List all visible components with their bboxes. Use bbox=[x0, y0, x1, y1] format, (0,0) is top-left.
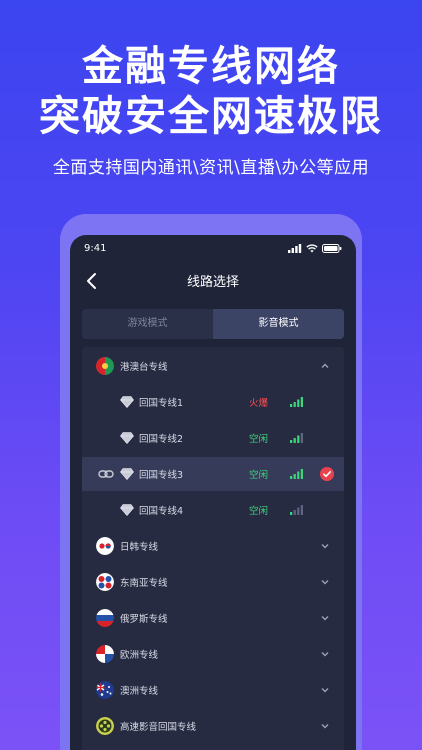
line-row-4[interactable]: 回国专线4 空闲 bbox=[82, 493, 344, 527]
region-label: 俄罗斯专线 bbox=[120, 614, 168, 625]
region-row-russia[interactable]: 俄罗斯专线 bbox=[82, 601, 344, 635]
line-label: 回国专线2 bbox=[139, 434, 184, 445]
chevron-down-icon[interactable] bbox=[320, 649, 330, 659]
chevron-down-icon[interactable] bbox=[320, 721, 330, 731]
tab-media-mode[interactable]: 影音模式 bbox=[213, 309, 344, 339]
australia-flag-icon bbox=[96, 681, 114, 699]
line-row-2[interactable]: 回国专线2 空闲 bbox=[82, 421, 344, 455]
tab-game-mode[interactable]: 游戏模式 bbox=[82, 309, 213, 339]
region-row-high-speed-media[interactable]: 高速影音回国专线 bbox=[82, 709, 344, 743]
line-status-busy: 火爆 bbox=[249, 398, 269, 409]
battery-icon bbox=[322, 243, 342, 253]
chevron-up-icon[interactable] bbox=[320, 361, 330, 371]
chevron-down-icon[interactable] bbox=[320, 685, 330, 695]
nav-bar: 线路选择 bbox=[70, 265, 356, 297]
phone-screen: 9:41 线路选择 游戏模式 影音模式 港澳台专线 回国专线1 火爆 回国专线2… bbox=[70, 235, 356, 750]
signal-strength-icon bbox=[290, 469, 303, 479]
russia-flag-icon bbox=[96, 609, 114, 627]
signal-strength-icon bbox=[290, 505, 303, 515]
region-row-europe[interactable]: 欧洲专线 bbox=[82, 637, 344, 671]
line-label: 回国专线3 bbox=[139, 470, 184, 481]
mode-tabs: 游戏模式 影音模式 bbox=[82, 309, 344, 339]
page-title: 线路选择 bbox=[186, 275, 239, 290]
checkmark-icon bbox=[320, 467, 334, 481]
region-label: 高速影音回国专线 bbox=[120, 722, 197, 733]
diamond-icon bbox=[120, 432, 134, 444]
diamond-icon bbox=[120, 504, 134, 516]
status-time: 9:41 bbox=[84, 242, 107, 254]
line-label: 回国专线4 bbox=[139, 506, 184, 517]
route-list: 港澳台专线 回国专线1 火爆 回国专线2 空闲 回国专线3 空闲 回国专线4 空… bbox=[82, 347, 344, 750]
cellular-signal-icon bbox=[288, 243, 302, 253]
link-icon bbox=[98, 470, 114, 478]
chevron-down-icon[interactable] bbox=[320, 577, 330, 587]
line-row-3-selected[interactable]: 回国专线3 空闲 bbox=[82, 457, 344, 491]
chevron-down-icon[interactable] bbox=[320, 613, 330, 623]
signal-strength-icon bbox=[290, 397, 303, 407]
region-label: 欧洲专线 bbox=[120, 650, 159, 661]
region-label: 港澳台专线 bbox=[120, 362, 168, 373]
line-label: 回国专线1 bbox=[139, 398, 184, 409]
signal-strength-icon bbox=[290, 433, 303, 443]
line-status-idle: 空闲 bbox=[249, 470, 269, 481]
region-row-southeast-asia[interactable]: 东南亚专线 bbox=[82, 565, 344, 599]
hk-macau-flag-icon bbox=[96, 357, 114, 375]
europe-flag-icon bbox=[96, 645, 114, 663]
film-reel-icon bbox=[96, 717, 114, 735]
promo-title-line1: 金融专线网络 bbox=[82, 42, 340, 90]
line-status-idle: 空闲 bbox=[249, 434, 269, 445]
status-bar: 9:41 bbox=[70, 235, 356, 261]
southeast-asia-flag-icon bbox=[96, 573, 114, 591]
line-status-idle: 空闲 bbox=[249, 506, 269, 517]
line-row-1[interactable]: 回国专线1 火爆 bbox=[82, 385, 344, 419]
region-label: 澳洲专线 bbox=[120, 686, 159, 697]
status-icons bbox=[288, 243, 342, 253]
wifi-icon bbox=[306, 243, 318, 252]
japan-korea-flag-icon bbox=[96, 537, 114, 555]
region-row-hk[interactable]: 港澳台专线 bbox=[82, 349, 344, 383]
promo-subtitle: 全面支持国内通讯\资讯\直播\办公等应用 bbox=[52, 158, 370, 178]
promo-title-line2: 突破安全网速极限 bbox=[39, 92, 383, 140]
region-row-japan-korea[interactable]: 日韩专线 bbox=[82, 529, 344, 563]
chevron-down-icon[interactable] bbox=[320, 541, 330, 551]
region-row-australia[interactable]: 澳洲专线 bbox=[82, 673, 344, 707]
region-label: 东南亚专线 bbox=[120, 578, 168, 589]
diamond-icon bbox=[120, 468, 134, 480]
diamond-icon bbox=[120, 396, 134, 408]
region-label: 日韩专线 bbox=[120, 542, 159, 553]
